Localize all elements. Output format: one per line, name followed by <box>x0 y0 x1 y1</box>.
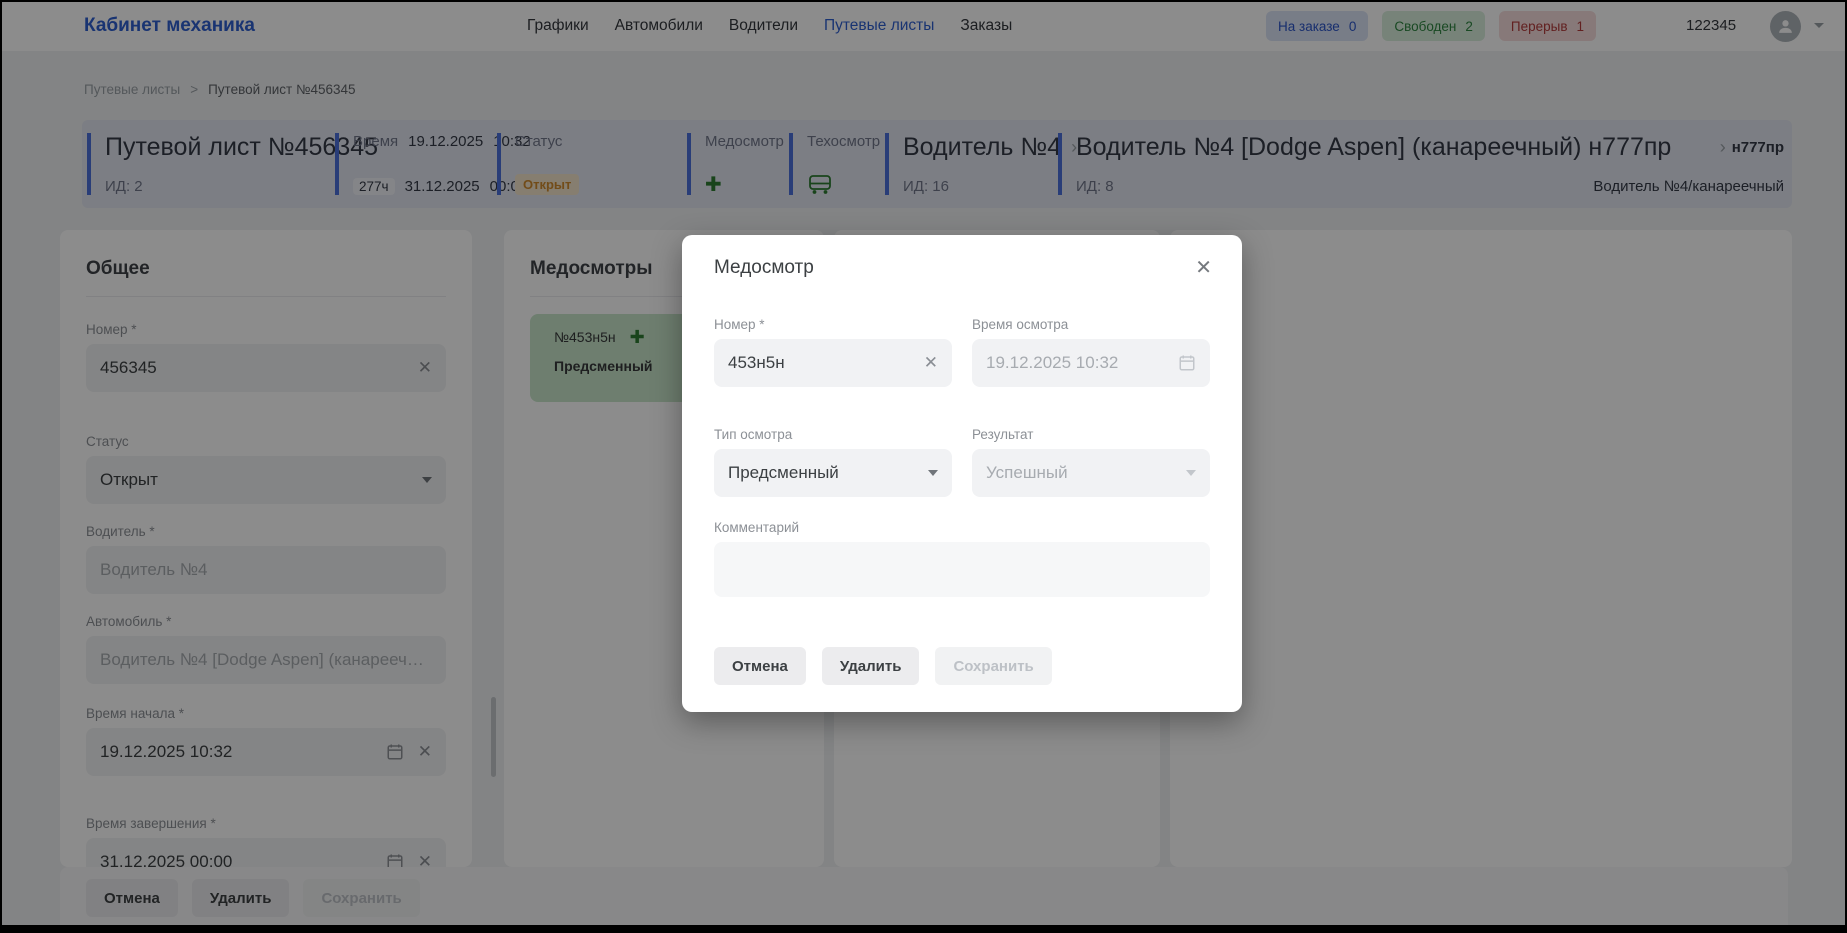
modal-number-input-value: 453н5н <box>728 353 910 373</box>
close-icon[interactable]: ✕ <box>1195 255 1212 280</box>
chevron-down-icon <box>928 470 938 476</box>
modal-delete-button[interactable]: Удалить <box>822 647 920 685</box>
chevron-down-icon <box>1186 470 1196 476</box>
modal-result-select: Успешный <box>972 449 1210 497</box>
modal-type-field-label: Тип осмотра <box>714 427 952 442</box>
calendar-icon <box>1178 354 1196 372</box>
app-window: Кабинет механика Графики Автомобили Води… <box>0 0 1847 933</box>
modal-save-button: Сохранить <box>935 647 1051 685</box>
modal-result-field-label: Результат <box>972 427 1210 442</box>
medical-exam-modal: Медосмотр ✕ Номер * 453н5н ✕ Время осмот… <box>682 235 1242 712</box>
modal-cancel-button[interactable]: Отмена <box>714 647 806 685</box>
modal-type-select[interactable]: Предсменный <box>714 449 952 497</box>
modal-type-select-value: Предсменный <box>728 463 914 483</box>
modal-number-input[interactable]: 453н5н ✕ <box>714 339 952 387</box>
modal-comment-textarea[interactable] <box>714 542 1210 597</box>
clear-icon[interactable]: ✕ <box>924 353 938 373</box>
modal-number-field-label: Номер * <box>714 317 952 332</box>
modal-comment-field-label: Комментарий <box>714 520 1210 535</box>
modal-title: Медосмотр <box>714 257 814 279</box>
modal-time-field-label: Время осмотра <box>972 317 1210 332</box>
modal-time-input-value: 19.12.2025 10:32 <box>986 353 1164 373</box>
modal-time-input: 19.12.2025 10:32 <box>972 339 1210 387</box>
modal-result-select-value: Успешный <box>986 463 1172 483</box>
